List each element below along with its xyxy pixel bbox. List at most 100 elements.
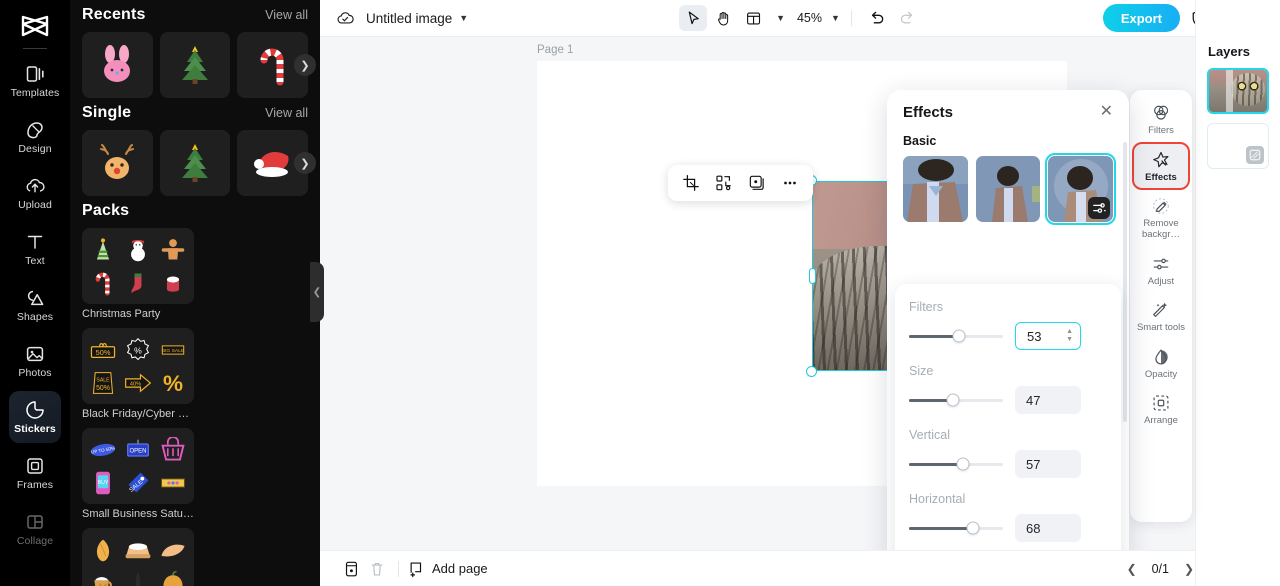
horizontal-value-input[interactable]: 68	[1015, 514, 1081, 542]
toolbar-divider	[850, 10, 852, 26]
sidebar-item-design[interactable]: Design	[9, 111, 61, 163]
delete-page-button[interactable]	[364, 556, 390, 582]
sidebar-item-stickers[interactable]: Stickers	[9, 391, 61, 443]
sticker-item[interactable]	[82, 32, 153, 98]
pack-thanksgiving[interactable]: Thanksgiving	[82, 528, 194, 586]
sidebar-item-photos[interactable]: Photos	[9, 335, 61, 387]
vertical-slider[interactable]	[909, 457, 1003, 471]
sidebar-label: Text	[25, 255, 45, 268]
horizontal-slider[interactable]	[909, 521, 1003, 535]
effects-scrollbar[interactable]	[1123, 142, 1127, 422]
tool-remove-background[interactable]: Remove backgr…	[1134, 190, 1188, 245]
undo-button[interactable]	[863, 5, 891, 31]
tool-filters[interactable]: Filters	[1134, 97, 1188, 142]
tool-smart-tools[interactable]: Smart tools	[1134, 294, 1188, 339]
filters-icon	[1154, 105, 1169, 120]
zoom-chevron-down-icon[interactable]: ▼	[831, 13, 840, 23]
close-icon[interactable]: ✕	[1100, 104, 1113, 120]
pack-christmas-party[interactable]: Christmas Party	[82, 228, 194, 320]
remove-background-icon	[1153, 198, 1169, 215]
cloud-saved-icon[interactable]	[334, 7, 356, 29]
size-slider[interactable]	[909, 393, 1003, 407]
sticker-item[interactable]	[159, 130, 231, 196]
sticker-item[interactable]	[159, 32, 231, 98]
sidebar-item-collage[interactable]: Collage	[9, 503, 61, 555]
tool-arrange[interactable]: Arrange	[1134, 387, 1188, 432]
svg-text:50%: 50%	[96, 347, 111, 356]
sidebar-item-templates[interactable]: Templates	[9, 55, 61, 107]
upload-icon	[24, 175, 46, 197]
sidebar-item-shapes[interactable]: Shapes	[9, 279, 61, 331]
layout-tool[interactable]	[739, 5, 767, 31]
select-tool[interactable]	[679, 5, 708, 31]
effect-thumb-1[interactable]	[903, 156, 968, 222]
section-title: Packs	[82, 202, 130, 219]
tool-opacity[interactable]: Opacity	[1134, 341, 1188, 386]
layout-chevron-down-icon[interactable]: ▼	[776, 13, 785, 23]
stepper-arrows[interactable]: ▲ ▼	[1066, 328, 1073, 343]
tool-label: Filters	[1148, 125, 1174, 136]
recents-next-arrow[interactable]: ❯	[294, 54, 316, 76]
zoom-level[interactable]: 45%	[797, 11, 822, 25]
slider-group-filters: Filters 53 ▲ ▼	[909, 300, 1107, 350]
crop-button[interactable]	[677, 169, 705, 197]
effect-thumb-spotlight[interactable]	[1045, 153, 1117, 225]
more-horizontal-icon[interactable]	[776, 169, 804, 197]
filters-value-input[interactable]: 53 ▲ ▼	[1015, 322, 1081, 350]
section-header-packs: Packs	[82, 196, 308, 228]
basic-section-title: Basic	[903, 134, 937, 148]
replace-button[interactable]	[710, 169, 738, 197]
adjust-sliders-icon[interactable]	[1088, 197, 1111, 219]
single-next-arrow[interactable]: ❯	[294, 152, 316, 174]
tool-label: Opacity	[1144, 368, 1178, 380]
stepper-down[interactable]: ▼	[1066, 336, 1073, 343]
capcut-logo[interactable]	[12, 8, 58, 44]
panel-collapse-handle[interactable]: ❮	[310, 262, 324, 322]
capcut-editor: Templates Design Upload Text Shapes Phot…	[0, 0, 1280, 586]
view-all-single[interactable]: View all	[265, 106, 308, 120]
tool-label: Adjust	[1147, 275, 1175, 287]
vertical-value-input[interactable]: 57	[1015, 450, 1081, 478]
tool-effects[interactable]: Effects	[1132, 141, 1190, 191]
pack-preview	[82, 228, 194, 304]
sidebar-item-text[interactable]: Text	[9, 223, 61, 275]
layer-item-background[interactable]	[1207, 123, 1269, 169]
layer-item-image[interactable]	[1207, 68, 1269, 114]
sticker-item[interactable]	[82, 130, 153, 196]
rail-divider	[23, 48, 47, 49]
sidebar-label: Upload	[18, 199, 52, 212]
add-page-label: Add page	[432, 561, 488, 576]
document-title[interactable]: Untitled image	[366, 11, 452, 26]
sidebar-label: Collage	[16, 535, 54, 548]
sidebar-item-upload[interactable]: Upload	[9, 167, 61, 219]
page-label: Page 1	[537, 44, 574, 56]
filters-slider[interactable]	[909, 329, 1003, 343]
shapes-icon	[24, 287, 46, 309]
resize-handle-left[interactable]	[808, 268, 816, 284]
duplicate-page-button[interactable]	[338, 556, 364, 582]
collage-icon	[24, 511, 46, 533]
hand-tool[interactable]	[709, 5, 737, 31]
value-text: 53	[1027, 328, 1042, 344]
canvas-area[interactable]: Page 1 Effects ✕ Basic Filters 53 ▲ ▼ Si…	[320, 37, 1280, 550]
templates-icon	[24, 63, 46, 85]
slider-label: Filters	[909, 300, 944, 314]
prev-page-button[interactable]: ❮	[1122, 559, 1142, 579]
effect-thumb-2[interactable]	[975, 156, 1041, 222]
export-button[interactable]: Export	[1102, 4, 1180, 32]
stepper-up[interactable]: ▲	[1066, 328, 1073, 335]
pack-black-friday[interactable]: 50% % BIG SALE SALE 50% 40% % Black Frida…	[82, 328, 194, 420]
tool-adjust[interactable]: Adjust	[1134, 248, 1188, 293]
redo-button[interactable]	[893, 5, 921, 31]
sidebar-item-frames[interactable]: Frames	[9, 447, 61, 499]
duplicate-button[interactable]	[743, 169, 771, 197]
value-text: 47	[1026, 392, 1041, 408]
effect-adjust-card: Filters 53 ▲ ▼ Size 47 Vertical 57 Horiz…	[895, 284, 1121, 550]
size-value-input[interactable]: 47	[1015, 386, 1081, 414]
value-text: 68	[1026, 520, 1041, 536]
pack-small-business-saturday[interactable]: UP TO 50% OPEN BUY SALE Small Business S…	[82, 428, 194, 520]
chevron-down-icon[interactable]: ▼	[459, 13, 468, 23]
add-page-button[interactable]: Add page	[407, 560, 488, 578]
view-all-recents[interactable]: View all	[265, 8, 308, 22]
resize-handle-bl[interactable]	[806, 366, 817, 377]
